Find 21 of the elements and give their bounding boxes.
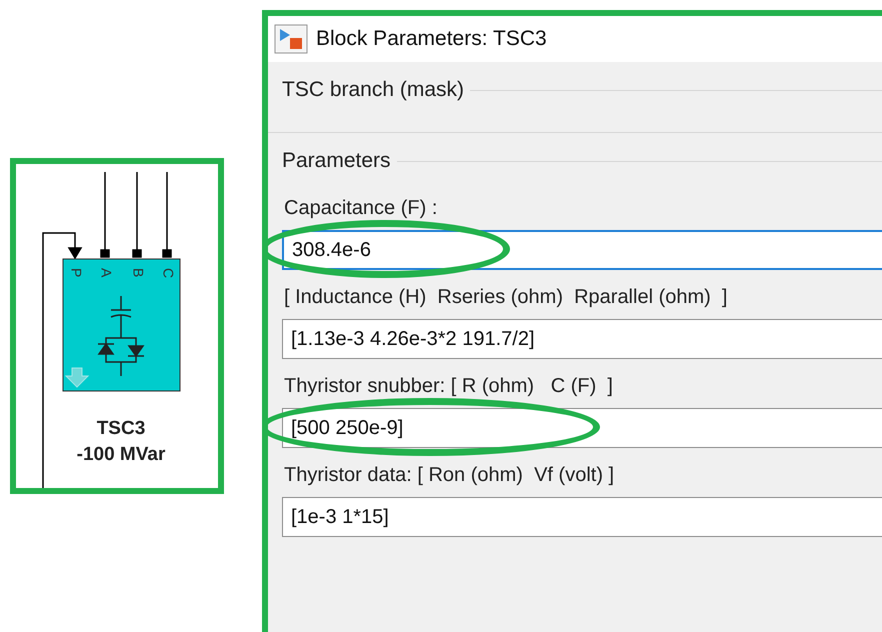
port-label: B (130, 268, 146, 278)
port-label: P (68, 268, 84, 278)
input-field[interactable]: 308.4e-6 (282, 230, 882, 270)
mask-title: TSC branch (mask) (282, 78, 464, 102)
window-title: Block Parameters: TSC3 (316, 27, 547, 51)
section-title: Parameters (282, 149, 391, 173)
field-label: [ Inductance (H) Rseries (ohm) Rparallel (ohm) ] (283, 286, 728, 309)
block-model-icon (274, 24, 308, 54)
port-label: A (98, 268, 114, 278)
capacitor-thyristor-icon (97, 295, 145, 377)
field-label: Thyristor snubber: [ R (ohm) C (F) ] (283, 375, 613, 398)
block-name: TSC3 (96, 418, 146, 439)
input-field[interactable]: [1.13e-3 4.26e-3*2 191.7/2] (282, 319, 882, 359)
field-label: Capacitance (F) : (283, 197, 438, 220)
input-field[interactable]: [1e-3 1*15] (282, 497, 882, 537)
tsc-block[interactable] (62, 258, 180, 392)
field-label: Thyristor data: [ Ron (ohm) Vf (volt) ] (283, 464, 614, 487)
block-rating: -100 MVar (76, 444, 166, 465)
down-arrow-icon (64, 368, 90, 388)
input-field[interactable]: [500 250e-9] (282, 408, 882, 448)
port-label: C (160, 268, 176, 278)
